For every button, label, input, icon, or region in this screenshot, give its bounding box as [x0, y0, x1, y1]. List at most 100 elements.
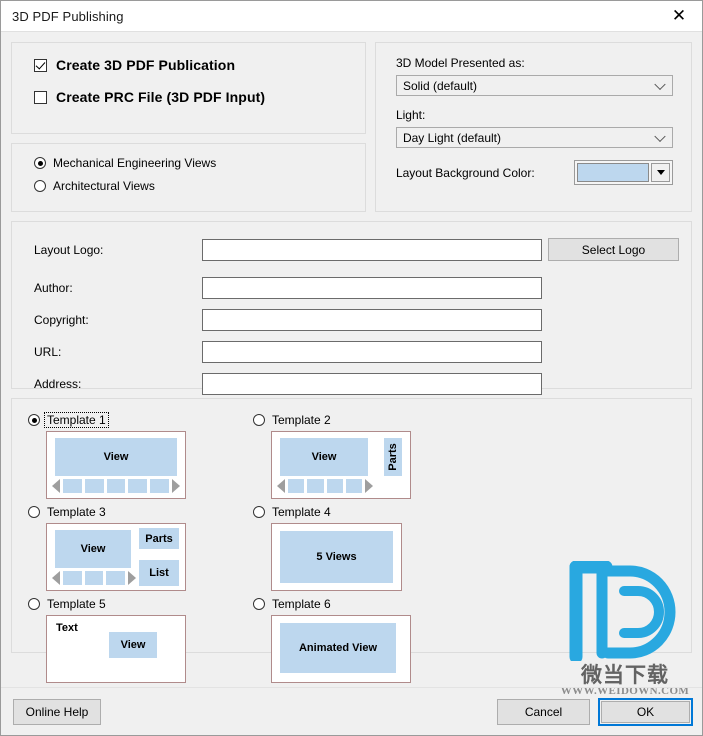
left-column: Create 3D PDF Publication Create PRC Fil…: [11, 42, 366, 212]
checkbox-create-3d-pdf-label: Create 3D PDF Publication: [56, 57, 236, 73]
view-type-group: Mechanical Engineering Views Architectur…: [11, 143, 366, 212]
radio-icon-unselected[interactable]: [28, 598, 40, 610]
radio-icon-selected[interactable]: [28, 414, 40, 426]
template-2-preview[interactable]: View Parts: [271, 431, 411, 499]
template-6-preview[interactable]: Animated View: [271, 615, 411, 683]
copyright-row: Copyright:: [12, 309, 691, 331]
preview-view-block: View: [280, 438, 368, 476]
radio-mechanical-engineering-views[interactable]: Mechanical Engineering Views: [34, 156, 365, 170]
thumbnail: [63, 478, 82, 493]
checkbox-icon-checked[interactable]: [34, 58, 47, 72]
template-3-label: Template 3: [47, 505, 106, 519]
template-1-preview[interactable]: View: [46, 431, 186, 499]
checkbox-create-3d-pdf[interactable]: Create 3D PDF Publication: [34, 57, 365, 73]
model-presented-as-select[interactable]: Solid (default): [395, 75, 673, 96]
template-6-label: Template 6: [272, 597, 331, 611]
light-select[interactable]: Day Light (default): [395, 127, 673, 148]
template-1-label: Template 1: [44, 412, 109, 428]
arrow-left-icon: [277, 478, 285, 493]
thumbnail: [307, 478, 324, 493]
template-option-1: Template 1 View: [28, 412, 253, 499]
url-input[interactable]: [202, 341, 542, 363]
arrow-right-icon: [171, 478, 180, 493]
thumbnail: [63, 570, 82, 585]
arrow-right-icon: [365, 478, 373, 493]
color-swatch[interactable]: [577, 163, 649, 182]
chevron-down-icon: [654, 130, 666, 142]
ok-button-focus-ring: OK: [598, 698, 693, 726]
arrow-left-icon: [52, 570, 60, 585]
radio-template-6[interactable]: Template 6: [253, 597, 478, 611]
window-title: 3D PDF Publishing: [12, 8, 124, 24]
radio-icon-unselected[interactable]: [253, 414, 265, 426]
top-row: Create 3D PDF Publication Create PRC Fil…: [11, 42, 692, 212]
preview-view-block: View: [55, 530, 131, 568]
arrow-right-icon: [128, 570, 137, 585]
preview-list-block: List: [139, 560, 179, 586]
preview-thumbnail-strip: [52, 570, 137, 585]
checkbox-create-prc-file-label: Create PRC File (3D PDF Input): [56, 89, 266, 105]
footer-bar: Online Help Cancel OK: [1, 687, 702, 735]
template-option-2: Template 2 View Parts: [253, 413, 478, 499]
right-column: 3D Model Presented as: Solid (default) L…: [374, 42, 692, 212]
layout-logo-input[interactable]: [202, 238, 542, 261]
url-row: URL:: [12, 341, 691, 363]
address-input[interactable]: [202, 373, 542, 395]
template-5-label: Template 5: [47, 597, 106, 611]
template-5-preview[interactable]: Text View: [46, 615, 186, 683]
author-label: Author:: [34, 281, 73, 295]
radio-mechanical-label: Mechanical Engineering Views: [53, 156, 217, 170]
template-option-3: Template 3 View Parts List: [28, 505, 253, 591]
preview-parts-label: Parts: [387, 443, 399, 471]
template-4-label: Template 4: [272, 505, 331, 519]
ok-button[interactable]: OK: [601, 701, 690, 723]
radio-icon-selected[interactable]: [34, 157, 46, 169]
template-4-preview[interactable]: 5 Views: [271, 523, 402, 591]
create-options-group: Create 3D PDF Publication Create PRC Fil…: [11, 42, 366, 134]
triangle-down-icon: [656, 170, 665, 175]
preview-thumbnail-strip: [52, 478, 180, 493]
preview-view-block: View: [109, 632, 157, 658]
radio-template-1[interactable]: Template 1: [28, 412, 253, 428]
radio-icon-unselected[interactable]: [253, 598, 265, 610]
checkbox-create-prc-file[interactable]: Create PRC File (3D PDF Input): [34, 89, 365, 105]
preview-parts-block: Parts: [139, 528, 179, 549]
radio-icon-unselected[interactable]: [28, 506, 40, 518]
author-input[interactable]: [202, 277, 542, 299]
model-presented-as-value: Solid (default): [402, 78, 477, 93]
template-option-5: Template 5 Text View: [28, 597, 253, 683]
model-presented-as-label: 3D Model Presented as:: [395, 56, 525, 70]
preview-view-block: Animated View: [280, 623, 396, 673]
radio-icon-unselected[interactable]: [253, 506, 265, 518]
radio-template-4[interactable]: Template 4: [253, 505, 478, 519]
author-row: Author:: [12, 277, 691, 299]
radio-template-3[interactable]: Template 3: [28, 505, 253, 519]
color-dropdown-button[interactable]: [651, 163, 670, 182]
thumbnail: [106, 570, 126, 585]
templates-group: Template 1 View Template 2 View Parts Te…: [11, 398, 692, 683]
thumbnail: [150, 478, 169, 493]
chevron-down-icon: [654, 78, 666, 90]
preview-parts-block: Parts: [384, 438, 402, 476]
close-icon[interactable]: ✕: [656, 1, 702, 31]
template-3-preview[interactable]: View Parts List: [46, 523, 186, 591]
template-2-label: Template 2: [272, 413, 331, 427]
cancel-button[interactable]: Cancel: [497, 699, 590, 725]
model-options-group: 3D Model Presented as: Solid (default) L…: [374, 42, 692, 212]
radio-architectural-views[interactable]: Architectural Views: [34, 179, 365, 193]
light-value: Day Light (default): [402, 130, 501, 145]
background-color-picker[interactable]: [574, 160, 673, 185]
arrow-left-icon: [52, 478, 60, 493]
select-logo-button[interactable]: Select Logo: [548, 238, 679, 261]
address-row: Address:: [12, 373, 691, 395]
radio-template-5[interactable]: Template 5: [28, 597, 253, 611]
radio-template-2[interactable]: Template 2: [253, 413, 478, 427]
checkbox-icon-unchecked[interactable]: [34, 90, 47, 104]
radio-icon-unselected[interactable]: [34, 180, 46, 192]
copyright-input[interactable]: [202, 309, 542, 331]
online-help-button[interactable]: Online Help: [13, 699, 101, 725]
background-color-label: Layout Background Color:: [395, 165, 535, 180]
preview-view-block: View: [55, 438, 177, 476]
url-label: URL:: [34, 345, 62, 359]
thumbnail: [128, 478, 148, 493]
